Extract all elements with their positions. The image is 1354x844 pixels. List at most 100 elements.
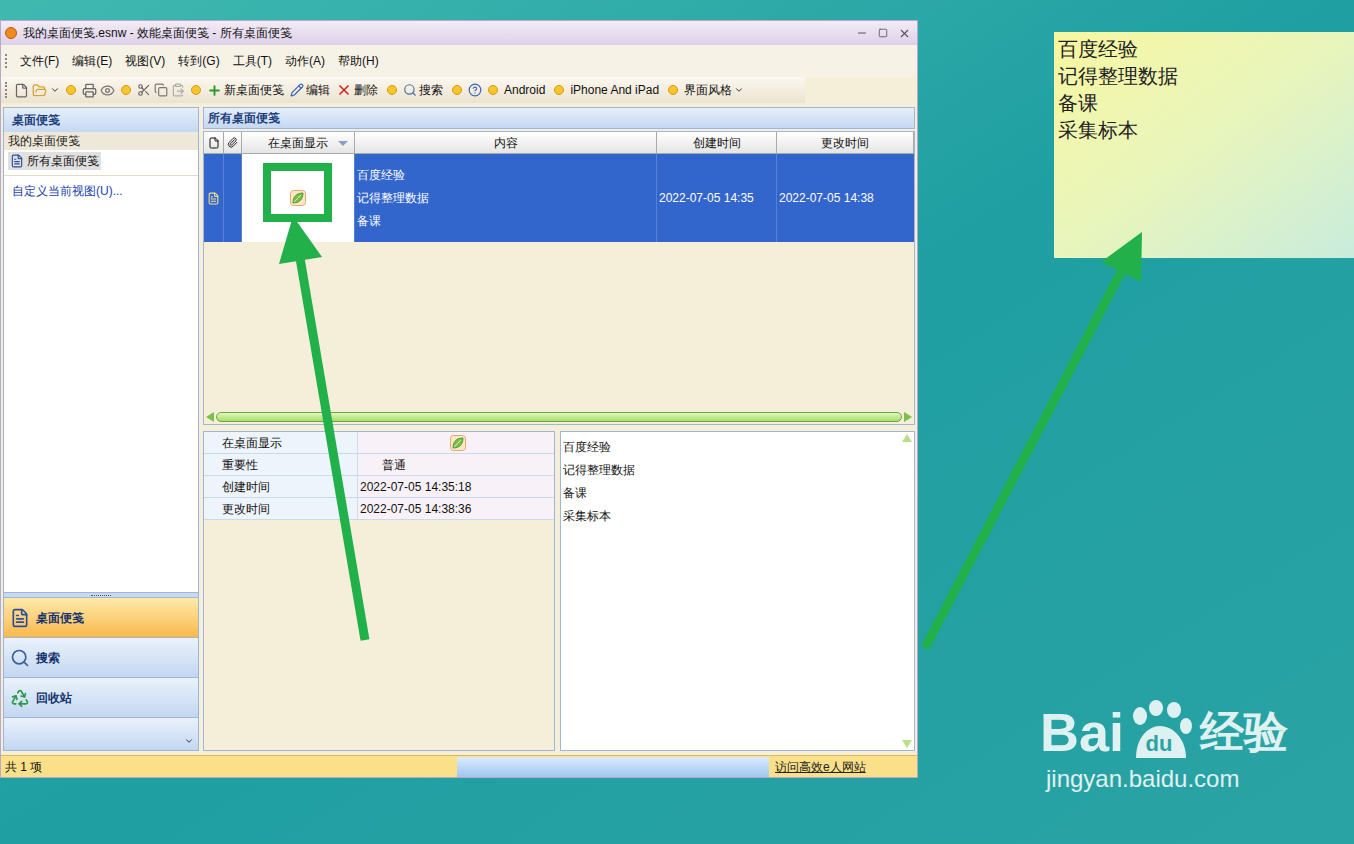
delete-icon <box>336 82 352 98</box>
detail-row: 在桌面显示 <box>204 432 554 454</box>
preview-line: 百度经验 <box>563 436 898 459</box>
chevron-icon <box>184 736 194 746</box>
status-decoration <box>457 757 769 777</box>
help-icon[interactable] <box>468 83 482 97</box>
annotation-overlay <box>0 0 1354 844</box>
title-bar[interactable]: 我的桌面便笺.esnw - 效能桌面便笺 - 所有桌面便笺 <box>1 21 917 45</box>
customize-view-link[interactable]: 自定义当前视图(U)... <box>4 176 198 200</box>
separator-dot <box>121 85 131 95</box>
main-panel: 所有桌面便笺在桌面显示内容创建时间更改时间百度经验记得整理数据备课2022-07… <box>203 107 915 751</box>
column-header[interactable]: 内容 <box>355 132 657 154</box>
toolbar-button[interactable]: iPhone And iPad <box>570 81 659 99</box>
sort-arrow <box>338 141 348 146</box>
separator-dot <box>66 85 76 95</box>
preview-icon[interactable] <box>100 83 115 98</box>
grip <box>5 82 7 98</box>
maximize-icon[interactable] <box>878 28 888 38</box>
column-header[interactable] <box>204 132 224 154</box>
note-line: 记得整理数据 <box>1058 63 1350 90</box>
menu-item[interactable]: 动作(A) <box>285 52 325 70</box>
horizontal-scrollbar[interactable] <box>204 410 914 424</box>
preview-line: 备课 <box>563 482 898 505</box>
detail-row: 更改时间2022-07-05 14:38:36 <box>204 498 554 520</box>
search-icon <box>10 648 30 668</box>
body: 桌面便笺我的桌面便笺所有桌面便笺自定义当前视图(U)...桌面便笺搜索回收站所有… <box>1 103 917 755</box>
note-table: 在桌面显示内容创建时间更改时间百度经验记得整理数据备课2022-07-05 14… <box>203 131 915 425</box>
note-icon <box>207 192 220 205</box>
sidebar-content: 我的桌面便笺所有桌面便笺自定义当前视图(U)... <box>4 132 198 592</box>
toolbar-button[interactable]: 编辑 <box>290 81 330 99</box>
app-window: 我的桌面便笺.esnw - 效能桌面便笺 - 所有桌面便笺文件(F) 编辑(E) 视… <box>0 20 918 778</box>
copy-icon[interactable] <box>154 83 168 97</box>
item-count: 共 1 项 <box>1 758 457 776</box>
watermark-url: jingyan.baidu.com <box>1046 764 1239 794</box>
new-file-icon[interactable] <box>14 83 29 98</box>
menu-item[interactable]: 编辑(E) <box>72 52 112 70</box>
print-icon[interactable] <box>82 83 97 98</box>
nav-overflow[interactable] <box>4 718 198 750</box>
list-header: 所有桌面便笺 <box>203 107 915 129</box>
sidebar-group: 我的桌面便笺 <box>4 132 198 150</box>
nav-button[interactable]: 回收站 <box>4 678 198 718</box>
leaf-icon <box>450 435 466 451</box>
column-header[interactable]: 创建时间 <box>657 132 777 154</box>
note-icon <box>10 154 24 168</box>
app-icon <box>5 27 17 39</box>
vertical-scrollbar[interactable] <box>900 432 914 750</box>
column-header[interactable]: 更改时间 <box>777 132 914 154</box>
dropdown-icon[interactable] <box>50 85 60 95</box>
status-bar: 共 1 项 访问高效e人网站 <box>1 755 917 777</box>
modified-cell: 2022-07-05 14:38 <box>777 154 914 242</box>
toolbar: 新桌面便笺编辑删除 搜索 Android iPhone And iPad 界面风格 <box>1 77 805 103</box>
note-line: 采集标本 <box>1058 117 1350 144</box>
menu-item[interactable]: 视图(V) <box>125 52 165 70</box>
details-panel: 在桌面显示重要性普通创建时间2022-07-05 14:35:18更改时间202… <box>203 431 555 751</box>
toolbar-button[interactable]: 搜索 <box>403 81 443 99</box>
column-header[interactable]: 在桌面显示 <box>242 132 355 154</box>
separator-dot <box>488 85 498 95</box>
separator-dot <box>668 85 678 95</box>
highlight-box <box>267 167 328 218</box>
open-icon[interactable] <box>32 83 47 98</box>
toolbar-button[interactable]: 界面风格 <box>684 81 744 99</box>
arrow-shaft <box>300 258 365 640</box>
content-cell: 百度经验记得整理数据备课 <box>355 154 657 242</box>
grip <box>5 54 7 68</box>
toolbar-button[interactable]: Android <box>504 81 545 99</box>
separator-dot <box>452 85 462 95</box>
note-line: 备课 <box>1058 90 1350 117</box>
close-icon[interactable] <box>898 27 911 40</box>
paste-icon[interactable] <box>171 83 185 97</box>
menu-item[interactable]: 转到(G) <box>178 52 219 70</box>
toolbar-button[interactable]: 删除 <box>336 81 378 99</box>
nav-button[interactable]: 搜索 <box>4 638 198 678</box>
sticky-note[interactable]: 百度经验记得整理数据备课采集标本 <box>1054 32 1354 258</box>
pencil-icon <box>290 83 304 97</box>
paw-logo: du <box>1124 700 1194 764</box>
sidebar-item[interactable]: 所有桌面便笺 <box>4 150 198 176</box>
minimize-icon[interactable] <box>856 27 868 39</box>
cut-icon[interactable] <box>137 83 151 97</box>
table-header: 在桌面显示内容创建时间更改时间 <box>204 132 914 154</box>
table-row[interactable]: 百度经验记得整理数据备课2022-07-05 14:352022-07-05 1… <box>204 154 914 242</box>
separator-dot <box>191 85 201 95</box>
search-icon <box>403 83 417 97</box>
menu-item[interactable]: 工具(T) <box>233 52 272 70</box>
column-header[interactable] <box>224 132 242 154</box>
menu-item[interactable]: 文件(F) <box>20 52 59 70</box>
toolbar-button[interactable]: 新桌面便笺 <box>207 81 284 99</box>
nav-button[interactable]: 桌面便笺 <box>4 598 198 638</box>
separator-dot <box>554 85 564 95</box>
website-link[interactable]: 访问高效e人网站 <box>769 758 866 776</box>
note-line: 百度经验 <box>1058 36 1350 63</box>
detail-row: 重要性普通 <box>204 454 554 476</box>
dropdown-icon <box>734 85 744 95</box>
sidebar-header: 桌面便笺 <box>4 108 198 132</box>
desktop-cell[interactable] <box>242 154 355 242</box>
notes-icon <box>10 608 30 628</box>
window-title: 我的桌面便笺.esnw - 效能桌面便笺 - 所有桌面便笺 <box>23 24 850 42</box>
menu-item[interactable]: 帮助(H) <box>338 52 379 70</box>
document-icon <box>208 137 220 149</box>
arrow-head-icon <box>1101 232 1142 282</box>
preview-line: 记得整理数据 <box>563 459 898 482</box>
